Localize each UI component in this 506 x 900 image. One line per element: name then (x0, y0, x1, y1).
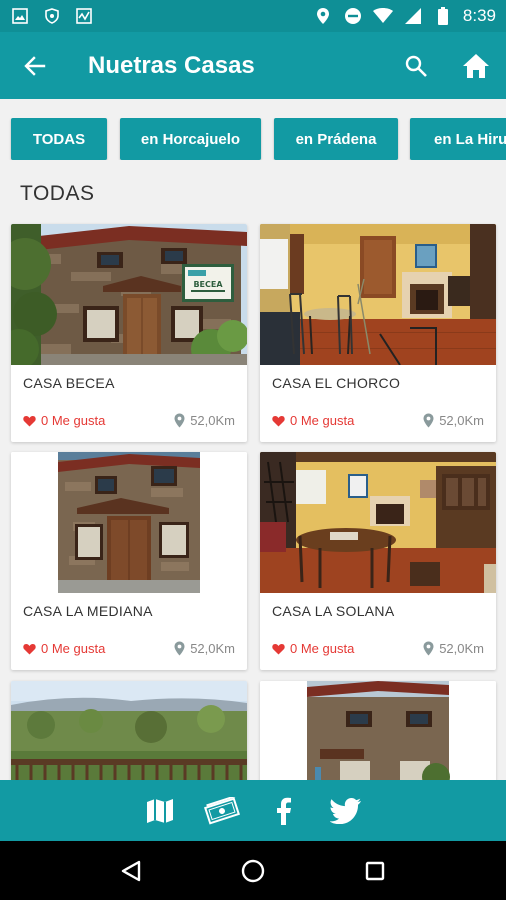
heart-icon (23, 643, 36, 654)
twitter-icon (330, 797, 361, 824)
home-button[interactable] (446, 32, 506, 99)
filter-chip-la-hiruela[interactable]: en La Hiru (410, 118, 506, 160)
house-name: CASA BECEA (23, 375, 115, 391)
like-button[interactable]: 0 Me gusta (23, 641, 105, 656)
search-icon (405, 55, 427, 77)
filter-chip-pradena[interactable]: en Prádena (274, 118, 398, 160)
like-count: 0 Me gusta (41, 413, 106, 428)
heart-icon (23, 415, 36, 426)
like-button[interactable]: 0 Me gusta (272, 413, 354, 428)
house-photo (260, 224, 496, 365)
battery-icon (433, 6, 453, 26)
map-button[interactable] (142, 793, 178, 829)
home-icon (463, 53, 489, 78)
location-pin-icon (423, 413, 434, 428)
system-recents-button[interactable] (355, 851, 395, 891)
system-back-button[interactable] (111, 851, 151, 891)
map-icon (147, 798, 173, 823)
house-card[interactable]: CASA EL CHORCO 0 Me gusta 52,0Km (260, 224, 496, 442)
section-title: TODAS (20, 182, 95, 205)
system-home-button[interactable] (233, 851, 273, 891)
money-icon (204, 796, 240, 825)
like-count: 0 Me gusta (290, 413, 355, 428)
house-card[interactable]: BECEA CASA BECEA 0 Me gusta 52,0Km (11, 224, 247, 442)
house-name: CASA LA MEDIANA (23, 603, 153, 619)
house-distance: 52,0Km (174, 641, 235, 656)
house-name: CASA EL CHORCO (272, 375, 401, 391)
do-not-disturb-icon (343, 6, 363, 26)
like-button[interactable]: 0 Me gusta (23, 413, 105, 428)
facebook-icon (277, 797, 291, 825)
house-distance: 52,0Km (174, 413, 235, 428)
arrow-back-icon (24, 55, 46, 76)
house-sign: BECEA (193, 280, 223, 289)
like-count: 0 Me gusta (290, 641, 355, 656)
triangle-back-icon (121, 860, 141, 881)
prices-button[interactable] (204, 793, 240, 829)
house-distance: 52,0Km (423, 413, 484, 428)
square-recents-icon (365, 861, 385, 880)
house-name: CASA LA SOLANA (272, 603, 395, 619)
facebook-button[interactable] (266, 793, 302, 829)
heart-icon (272, 643, 285, 654)
house-card[interactable]: CASA LA SOLANA 0 Me gusta 52,0Km (260, 452, 496, 670)
filter-chip-todas[interactable]: TODAS (11, 118, 107, 160)
status-bar: 8:39 (0, 0, 506, 32)
like-count: 0 Me gusta (41, 641, 106, 656)
filter-chips: TODAS en Horcajuelo en Prádena en La Hir… (0, 118, 506, 160)
house-card[interactable]: CASA LA MEDIANA 0 Me gusta 52,0Km (11, 452, 247, 670)
activity-notification-icon (74, 6, 94, 26)
bottom-bar (0, 780, 506, 841)
house-photo (260, 452, 496, 593)
system-nav-bar (0, 841, 506, 900)
shield-notification-icon (42, 6, 62, 26)
like-button[interactable]: 0 Me gusta (272, 641, 354, 656)
location-pin-icon (174, 413, 185, 428)
gallery-notification-icon (10, 6, 30, 26)
app-bar: Nuetras Casas (0, 32, 506, 99)
location-status-icon (313, 6, 333, 26)
filter-chip-horcajuelo[interactable]: en Horcajuelo (120, 118, 261, 160)
house-distance: 52,0Km (423, 641, 484, 656)
house-photo: BECEA (11, 224, 247, 365)
search-button[interactable] (386, 32, 446, 99)
location-pin-icon (174, 641, 185, 656)
circle-home-icon (241, 859, 265, 882)
status-time: 8:39 (462, 6, 496, 25)
page-title: Nuetras Casas (88, 51, 255, 79)
location-pin-icon (423, 641, 434, 656)
back-button[interactable] (0, 32, 70, 99)
wifi-icon (372, 6, 393, 26)
house-photo (11, 452, 247, 593)
twitter-button[interactable] (328, 793, 364, 829)
heart-icon (272, 415, 285, 426)
signal-icon (403, 6, 423, 26)
